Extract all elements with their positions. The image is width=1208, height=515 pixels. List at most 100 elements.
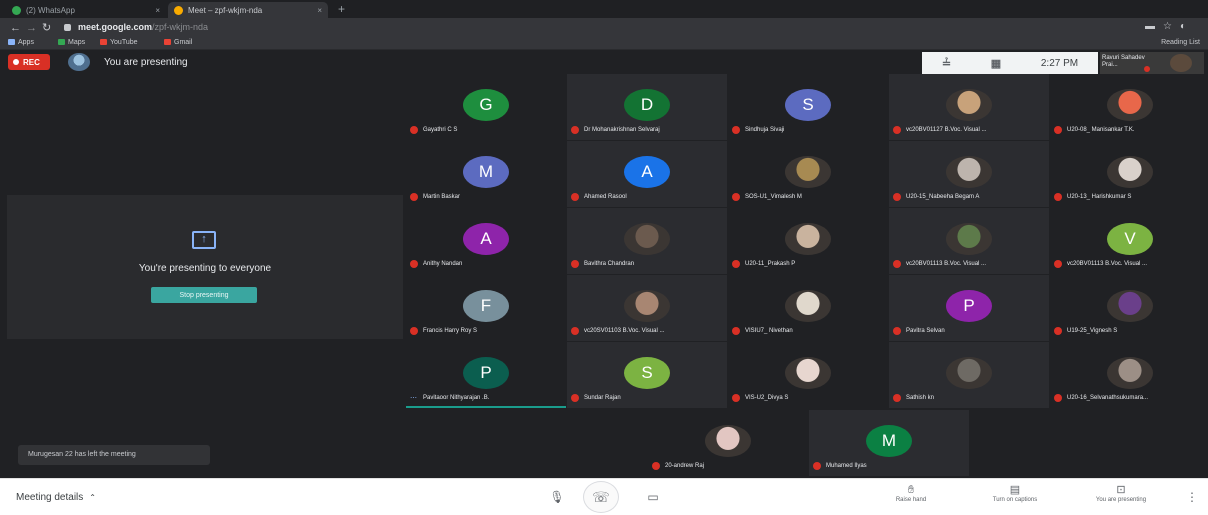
participant-tile[interactable]: SOS-U1_Vimalesh M [728,141,888,207]
stop-presenting-button[interactable]: Stop presenting [151,287,257,303]
participant-tile[interactable]: VIS-U2_Divya S [728,342,888,408]
mic-off-icon [893,394,901,402]
more-icon[interactable]: ⋮ [1186,490,1198,504]
participant-name: SOS-U1_Vimalesh M [745,194,802,200]
participant-tile[interactable]: A Anithy Nandan [406,208,566,274]
hand-icon: ✋︎ [907,484,915,496]
participant-tile[interactable]: U20-08_ Manisankar T.K. [1050,74,1208,140]
participant-name: 20-andrew Raj [665,463,705,469]
participant-name: vc20BV01127 B.Voc. Visual ... [906,127,987,133]
participant-tile[interactable]: vc20BV01113 B.Voc. Visual ... [889,208,1049,274]
participant-name-row: 20-andrew Raj [652,461,806,471]
record-dot-icon [13,59,19,65]
participant-name: Bavithra Chandran [584,261,635,267]
extension-icons[interactable]: ▬☆◐ [1145,21,1194,32]
meet-window: (2) WhatsApp × Meet – zpf-wkjm-nda × + ←… [0,0,1208,515]
browser-tab-bar: (2) WhatsApp × Meet – zpf-wkjm-nda × + [0,0,1208,18]
participant-name: Ahamed Rasool [584,194,627,200]
participant-tile[interactable]: Vvc20BV01113 B.Voc. Visual ... [1050,208,1208,274]
participant-name: U20-15_Nabeeha Begam A [906,194,980,200]
participant-name-row: VISIU7_ Nivethan [732,326,886,336]
mic-icon[interactable]: 🎙︎ [546,486,568,508]
recording-badge: REC [8,54,50,70]
chevron-up-icon: ⌃ [89,493,96,502]
participant-tile[interactable]: D Dr Mohanakrishnan Selvaraj [567,74,727,140]
participant-name: Muhamed Ilyas [826,463,867,469]
participant-tile[interactable]: U20-13_ Harishkumar S [1050,141,1208,207]
participant-tile[interactable]: M Muhamed Ilyas [809,410,969,476]
bookmarks-bar: Apps Maps YouTube Gmail Reading List [0,38,1208,50]
participant-tile[interactable]: U19-25_Vignesh S [1050,275,1208,341]
avatar: M [866,425,912,457]
participant-name-row: Francis Harry Roy S [410,326,564,336]
bookmark-gmail[interactable]: Gmail [164,39,192,46]
participant-tile[interactable]: S Sindhuja Sivaji [728,74,888,140]
avatar: G [463,89,509,121]
participant-tile[interactable]: G Gayathri C S [406,74,566,140]
participants-icon[interactable]: ≟ [942,57,951,70]
notification-toast: Murugesan 22 has left the meeting [18,445,210,465]
participant-name-row: U20-08_ Manisankar T.K. [1054,125,1208,135]
participant-name-row: U20-15_Nabeeha Begam A [893,192,1047,202]
participant-tile[interactable]: Sathish kn [889,342,1049,408]
url-host: meet.google.com [78,22,153,32]
bottom-toolbar: Meeting details ⌃ 🎙︎ ☏ ▭ ✋︎ Raise hand ▤ … [0,478,1208,515]
participant-tile[interactable]: vc20SV01103 B.Voc. Visual ... [567,275,727,341]
presenting-button[interactable]: ⊡ You are presenting [1076,483,1166,503]
participant-name-row: Martin Baskar [410,192,564,202]
back-icon[interactable]: ← [10,21,21,35]
mic-off-icon [1054,327,1062,335]
participant-tile[interactable]: Bavithra Chandran [567,208,727,274]
avatar [705,425,751,457]
reading-list[interactable]: Reading List [1161,39,1200,46]
raise-hand-button[interactable]: ✋︎ Raise hand [866,483,956,503]
participant-name: Gayathri C S [423,127,458,133]
participant-name-row: Gayathri C S [410,125,564,135]
camera-icon[interactable]: ▭ [642,486,664,508]
participant-name-row: Pavitra Selvan [893,326,1047,336]
bookmark-apps[interactable]: Apps [8,39,34,46]
avatar [1107,357,1153,389]
close-icon[interactable]: × [317,6,322,15]
close-icon[interactable]: × [155,6,160,15]
reload-icon[interactable]: ↻ [42,21,51,35]
mic-off-icon [410,260,418,268]
participant-grid-overflow: 20-andrew Raj M Muhamed Ilyas [648,410,969,478]
participant-tile[interactable]: U20-11_Prakash P [728,208,888,274]
participant-tile[interactable]: U20-15_Nabeeha Begam A [889,141,1049,207]
avatar [624,290,670,322]
participant-name: Pavitaoor Nithyarajan .B. [423,395,490,401]
avatar: P [946,290,992,322]
participant-tile[interactable]: P Pavitra Selvan [889,275,1049,341]
bookmark-youtube[interactable]: YouTube [100,39,138,46]
url-field[interactable]: meet.google.com/zpf-wkjm-nda [78,22,208,32]
mic-off-icon [571,193,579,201]
participant-tile[interactable]: vc20BV01127 B.Voc. Visual ... [889,74,1049,140]
new-tab-button[interactable]: + [338,2,345,16]
chat-icon[interactable]: ▦ [991,57,1001,70]
avatar [785,357,831,389]
forward-icon[interactable]: → [26,21,37,35]
participant-tile[interactable]: 20-andrew Raj [648,410,808,476]
tab-meet[interactable]: Meet – zpf-wkjm-nda × [168,2,328,18]
participant-tile[interactable]: F Francis Harry Roy S [406,275,566,341]
avatar: D [624,89,670,121]
bookmark-maps[interactable]: Maps [58,39,85,46]
avatar [785,156,831,188]
participant-tile[interactable]: P ⋯ Pavitaoor Nithyarajan .B. [406,342,566,408]
participant-name: Sundar Rajan [584,395,621,401]
participant-tile[interactable]: S Sundar Rajan [567,342,727,408]
participant-tile[interactable]: M Martin Baskar [406,141,566,207]
self-video-tile[interactable]: Ravuri Sahadev Prai... [1100,52,1204,74]
mic-off-icon [571,394,579,402]
stats-bar: ≟ ▦ 2:27 PM [922,52,1098,74]
participant-tile[interactable]: A Ahamed Rasool [567,141,727,207]
captions-button[interactable]: ▤ Turn on captions [970,483,1060,503]
participant-tile[interactable]: VISIU7_ Nivethan [728,275,888,341]
hangup-icon[interactable]: ☏ [583,481,619,513]
meeting-details-button[interactable]: Meeting details ⌃ [16,492,96,503]
participant-name-row: U20-16_Selvanathsukumara... [1054,393,1208,403]
participant-tile[interactable]: U20-16_Selvanathsukumara... [1050,342,1208,408]
tab-whatsapp[interactable]: (2) WhatsApp × [6,2,166,18]
tab-label: Meet – zpf-wkjm-nda [188,5,263,15]
